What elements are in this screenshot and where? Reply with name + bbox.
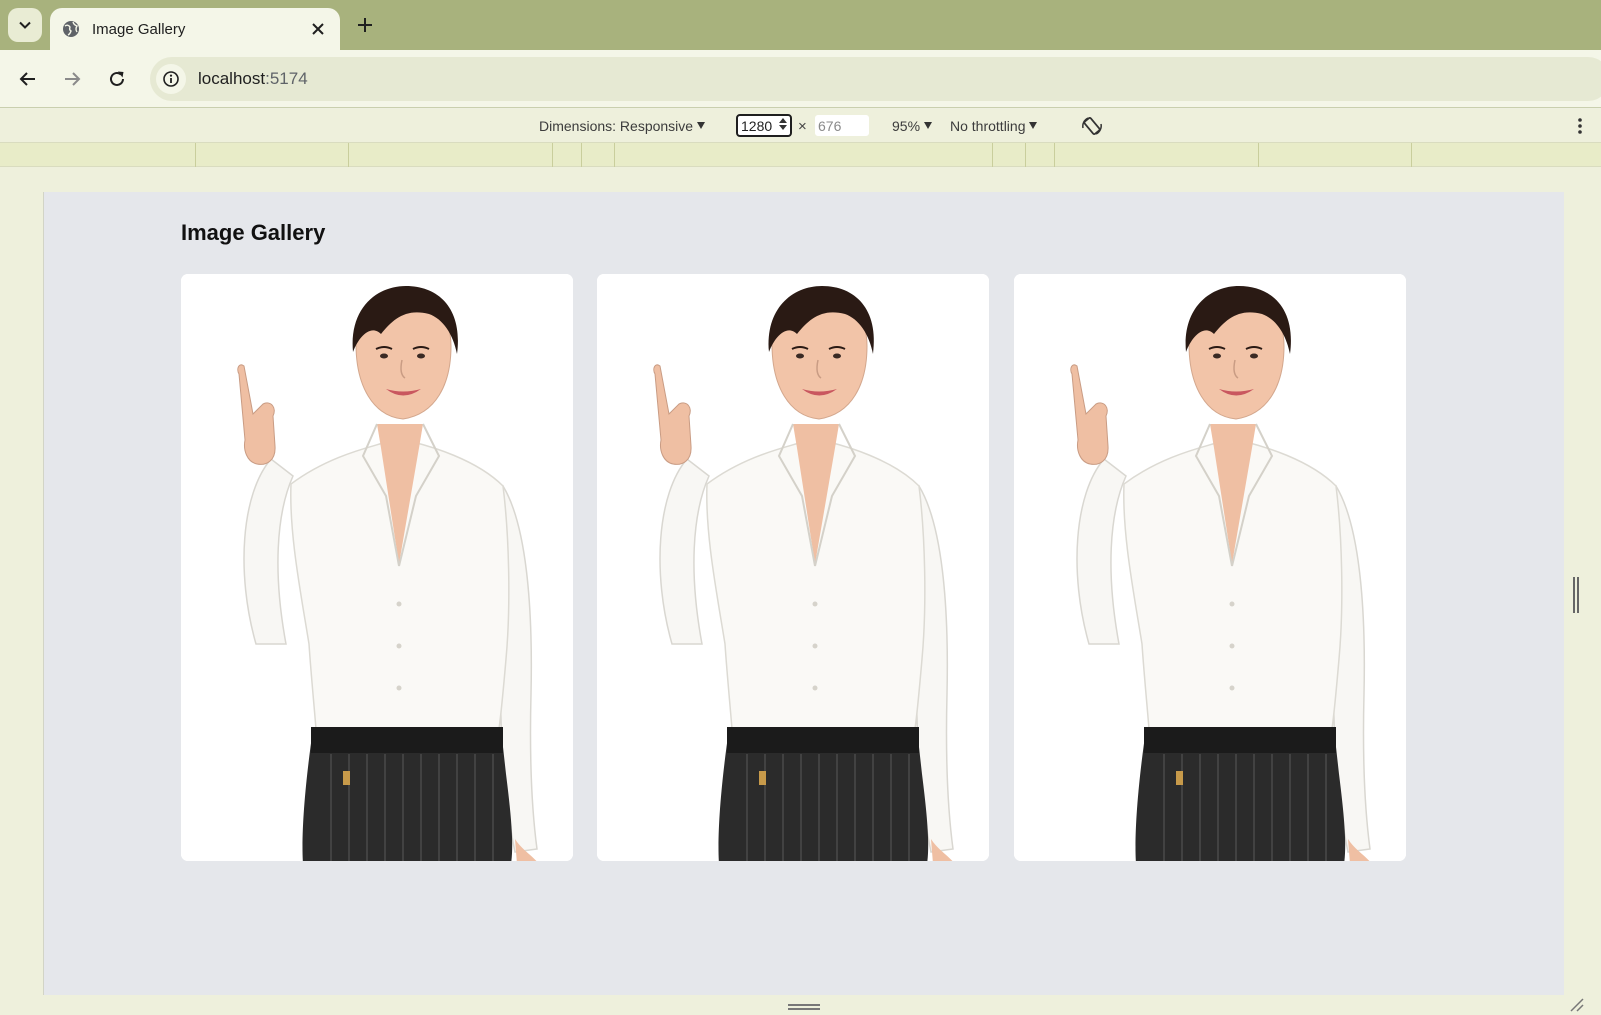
gallery-image-1[interactable] [181,274,573,861]
ruler-tick [1025,143,1026,167]
woman-pointing-image [597,274,989,861]
forward-button[interactable] [57,64,87,94]
rotate-icon [1082,116,1102,135]
url-text: localhost:5174 [198,69,308,89]
site-info-icon[interactable] [156,64,186,94]
ruler-tick [348,143,349,167]
tab-search-button[interactable] [8,8,42,42]
gallery-image-2[interactable] [597,274,989,861]
woman-pointing-image [181,274,573,861]
device-toolbar: Dimensions: Responsive 1280 × 676 95% No… [0,109,1601,142]
ruler-tick [614,143,615,167]
throttling-dropdown[interactable]: No throttling [950,109,1038,142]
throttling-value: No throttling [950,117,1026,134]
close-tab-icon[interactable] [308,19,328,39]
plus-icon [358,18,372,32]
ruler-tick [581,143,582,167]
new-tab-button[interactable] [352,12,378,38]
tab-title: Image Gallery [92,20,186,38]
width-value: 1280 [741,117,773,134]
browser-toolbar: localhost:5174 [0,50,1601,108]
resize-corner-icon[interactable] [1569,997,1585,1013]
viewport-resize-handle-bottom[interactable] [788,1004,820,1012]
page-title: Image Gallery [181,220,326,245]
tab-strip: Image Gallery [0,0,1601,50]
ruler-tick [1411,143,1412,167]
reload-icon [110,71,124,86]
caret-down-icon [924,122,933,129]
tab-image-gallery[interactable]: Image Gallery [50,8,340,50]
ruler-tick [992,143,993,167]
reload-button[interactable] [102,64,132,94]
dimensions-dropdown[interactable]: Dimensions: Responsive [539,109,706,142]
woman-pointing-image [1014,274,1406,861]
arrow-right-icon [65,72,81,86]
spinner-icon[interactable] [779,118,787,130]
gallery-image-3[interactable] [1014,274,1406,861]
zoom-dropdown[interactable]: 95% [892,109,933,142]
url-port: :5174 [265,69,308,88]
kebab-menu-icon [1578,117,1582,134]
caret-down-icon [1029,122,1038,129]
ruler-tick [1054,143,1055,167]
back-button[interactable] [13,64,43,94]
zoom-value: 95% [892,117,921,134]
dimension-separator: × [798,118,807,135]
height-input[interactable]: 676 [814,114,870,137]
more-options-button[interactable] [1577,109,1583,142]
viewport-resize-handle-right[interactable] [1572,577,1580,613]
caret-down-icon [697,122,706,129]
height-value: 676 [818,117,842,134]
arrow-left-icon [19,72,35,86]
responsive-viewport: Image Gallery [43,192,1564,995]
globe-icon [62,20,80,38]
address-bar[interactable]: localhost:5174 [150,57,1601,101]
url-host: localhost [198,69,266,88]
width-input[interactable]: 1280 [736,114,792,137]
media-query-ruler[interactable] [0,142,1601,167]
rotate-button[interactable] [1080,109,1104,142]
ruler-tick [552,143,553,167]
ruler-tick [195,143,196,167]
chevron-down-icon [19,21,31,29]
ruler-tick [1258,143,1259,167]
dimensions-label: Dimensions: Responsive [539,117,694,134]
